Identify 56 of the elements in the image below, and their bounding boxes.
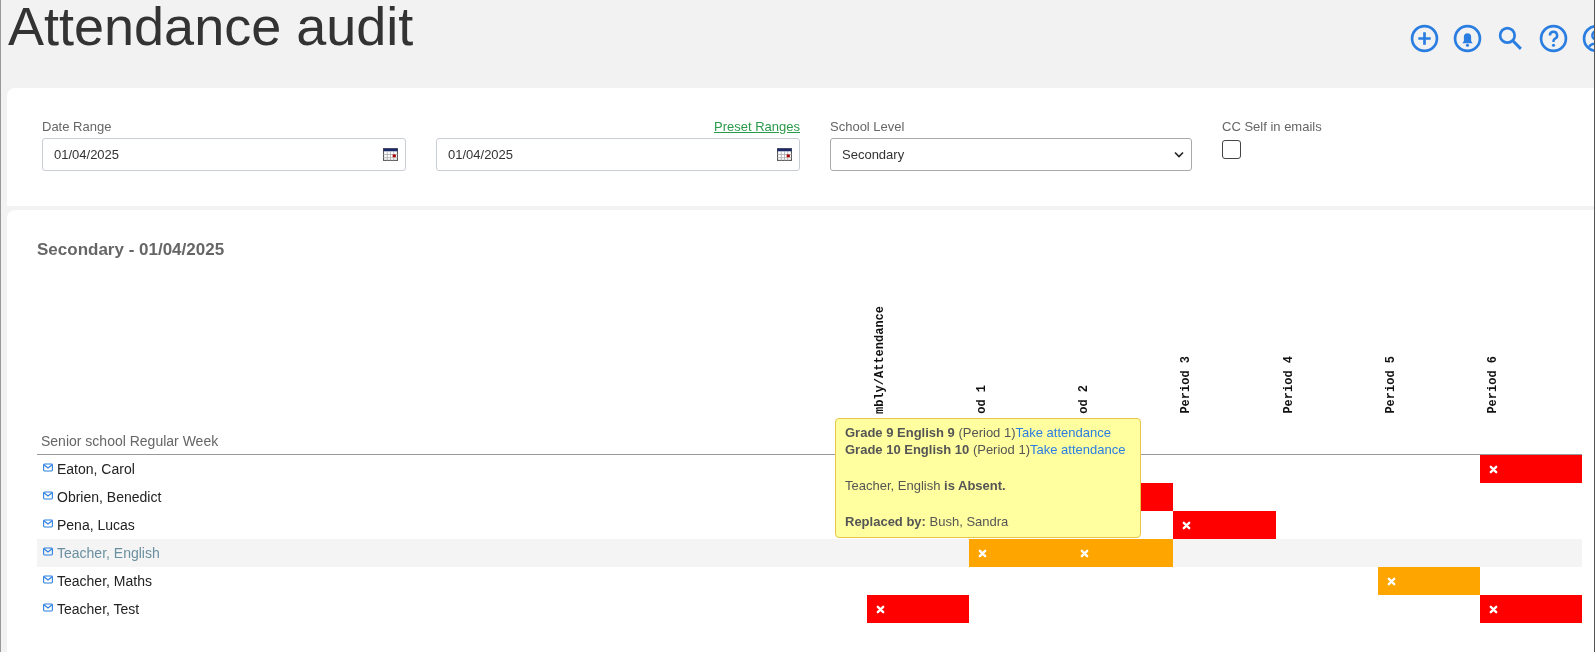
mail-icon[interactable] bbox=[43, 575, 53, 584]
checkbox[interactable] bbox=[1222, 140, 1241, 159]
timetable-label: Senior school Regular Week bbox=[41, 433, 219, 449]
attendance-cell[interactable] bbox=[867, 595, 970, 623]
page-title: Attendance audit bbox=[8, 0, 414, 58]
field-label: School Level bbox=[830, 118, 905, 134]
calendar-icon[interactable] bbox=[383, 148, 398, 161]
date-field[interactable]: 01/04/2025 bbox=[42, 138, 406, 171]
cross-icon bbox=[1182, 520, 1192, 530]
mail-icon[interactable] bbox=[43, 463, 53, 472]
mail-icon[interactable] bbox=[43, 547, 53, 556]
cross-icon bbox=[978, 548, 988, 558]
replacement-note: Replaced by: Bush, Sandra bbox=[845, 514, 1009, 529]
field-label: Date Range bbox=[42, 118, 112, 134]
take-attendance-link[interactable]: Take attendance bbox=[1015, 425, 1111, 440]
absence-note: Teacher, English is Absent. bbox=[845, 478, 1006, 493]
calendar-icon[interactable] bbox=[777, 148, 792, 161]
bell-icon[interactable] bbox=[1453, 23, 1482, 53]
class-info: Grade 9 English 9 (Period 1) bbox=[845, 425, 1016, 440]
class-info: Grade 10 English 10 (Period 1) bbox=[845, 442, 1030, 457]
attendance-cell[interactable] bbox=[1071, 539, 1174, 567]
chevron-down-icon[interactable] bbox=[1174, 151, 1184, 158]
attendance-cell[interactable] bbox=[969, 539, 1072, 567]
column-header: mbly/Attendance bbox=[873, 305, 887, 414]
column-header: Period 5 bbox=[1383, 356, 1398, 414]
help-icon[interactable] bbox=[1539, 23, 1568, 53]
field-label: CC Self in emails bbox=[1222, 118, 1322, 134]
teacher-name: Teacher, Maths bbox=[57, 573, 152, 589]
column-header: Period 3 bbox=[1179, 356, 1194, 414]
cross-icon bbox=[1488, 604, 1498, 614]
teacher-name: Pena, Lucas bbox=[57, 517, 135, 533]
teacher-name: Teacher, Test bbox=[57, 601, 140, 617]
mail-icon[interactable] bbox=[43, 603, 53, 612]
teacher-name: Teacher, English bbox=[57, 545, 160, 561]
column-header: Period 4 bbox=[1281, 356, 1296, 414]
take-attendance-link[interactable]: Take attendance bbox=[1030, 442, 1126, 457]
teacher-name: Eaton, Carol bbox=[57, 461, 135, 477]
cross-icon bbox=[1386, 576, 1396, 586]
report-heading: Secondary - 01/04/2025 bbox=[37, 240, 226, 261]
attendance-cell[interactable] bbox=[1173, 511, 1276, 539]
cross-icon bbox=[1080, 548, 1090, 558]
add-icon[interactable] bbox=[1410, 23, 1439, 53]
date-field[interactable]: 01/04/2025 bbox=[436, 138, 800, 171]
attendance-cell[interactable] bbox=[1479, 595, 1582, 623]
column-header: Period 6 bbox=[1485, 356, 1500, 414]
school-level-dropdown[interactable]: Secondary bbox=[830, 138, 1192, 171]
cross-icon bbox=[876, 604, 885, 614]
attendance-cell[interactable] bbox=[1377, 567, 1480, 595]
mail-icon[interactable] bbox=[43, 491, 53, 500]
cross-icon bbox=[1488, 464, 1498, 474]
mail-icon[interactable] bbox=[43, 519, 53, 528]
preset-ranges-link[interactable]: Preset Ranges bbox=[714, 118, 800, 134]
column-header: od 1 bbox=[975, 385, 990, 414]
teacher-name: Obrien, Benedict bbox=[57, 489, 162, 505]
column-header: od 2 bbox=[1077, 385, 1092, 414]
attendance-cell[interactable] bbox=[1479, 455, 1582, 483]
